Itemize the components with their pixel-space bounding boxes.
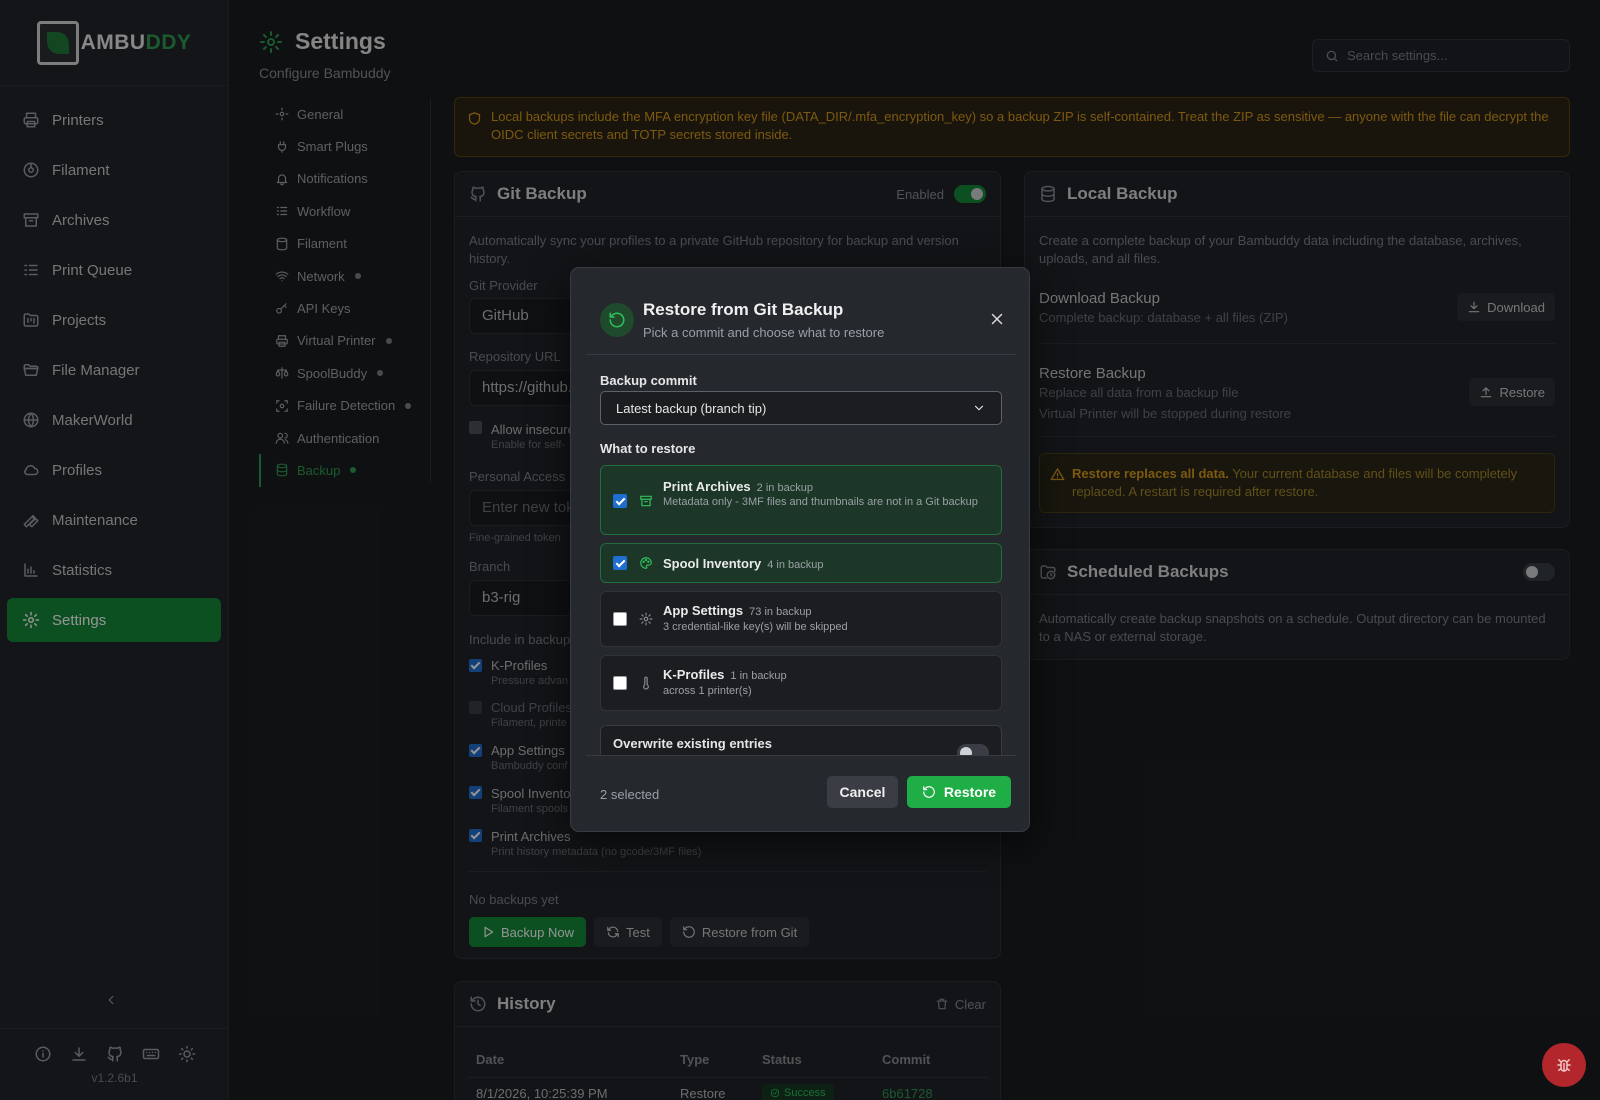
modal-close-button[interactable] (988, 310, 1006, 328)
restore-git-modal: Restore from Git Backup Pick a commit an… (570, 267, 1030, 832)
modal-header: Restore from Git Backup Pick a commit an… (586, 268, 1016, 355)
option-count: 73 in backup (749, 606, 812, 618)
restore-option-print-archives[interactable]: Print Archives 2 in backup Metadata only … (600, 465, 1002, 535)
option-title-text: Print Archives (663, 479, 751, 494)
modal-title: Restore from Git Backup (643, 300, 844, 319)
cancel-button[interactable]: Cancel (827, 776, 898, 808)
overwrite-toggle[interactable] (957, 744, 989, 755)
palette-icon (640, 557, 652, 569)
option-title: Print Archives 2 in backup (663, 479, 813, 494)
button-label: Restore (943, 784, 997, 800)
option-checkbox[interactable] (613, 494, 627, 508)
chevron-down-icon (974, 405, 984, 411)
option-title: K-Profiles 1 in backup (663, 667, 787, 682)
option-checkbox[interactable] (613, 612, 627, 626)
gear-icon (639, 612, 653, 626)
archive-icon (640, 495, 652, 507)
modal-footer: 2 selected Cancel Restore (586, 755, 1016, 833)
modal-icon (600, 303, 634, 337)
what-to-restore-label: What to restore (600, 441, 696, 456)
restore-option-spool-inventory[interactable]: Spool Inventory 4 in backup (600, 543, 1002, 583)
option-desc: across 1 printer(s) (663, 685, 752, 697)
modal-subtitle: Pick a commit and choose what to restore (643, 325, 885, 340)
option-desc: Metadata only - 3MF files and thumbnails… (663, 496, 978, 508)
confirm-restore-button[interactable]: Restore (907, 776, 1011, 808)
select-value: Latest backup (branch tip) (616, 400, 767, 416)
option-title-text: Spool Inventory (663, 556, 762, 571)
backup-commit-select[interactable]: Latest backup (branch tip) (600, 391, 1002, 425)
option-title: App Settings 73 in backup (663, 603, 812, 618)
overwrite-label: Overwrite existing entries (613, 736, 772, 751)
restore-option-app-settings[interactable]: App Settings 73 in backup 3 credential-li… (600, 591, 1002, 647)
selected-count: 2 selected (600, 787, 660, 802)
close-icon (991, 313, 1003, 325)
option-count: 4 in backup (767, 559, 824, 571)
restore-option-k-profiles[interactable]: K-Profiles 1 in backup across 1 printer(s… (600, 655, 1002, 711)
bug-icon (1557, 1059, 1571, 1072)
option-checkbox[interactable] (613, 556, 627, 570)
option-count: 1 in backup (730, 670, 787, 682)
rotate-ccw-icon (609, 312, 625, 328)
option-title: Spool Inventory 4 in backup (663, 556, 824, 571)
option-checkbox[interactable] (613, 676, 627, 690)
rotate-ccw-icon (923, 786, 935, 798)
bug-report-button[interactable] (1542, 1043, 1586, 1087)
option-count: 2 in backup (756, 482, 813, 494)
option-title-text: App Settings (663, 603, 744, 618)
option-title-text: K-Profiles (663, 667, 725, 682)
option-desc: 3 credential-like key(s) will be skipped (663, 621, 848, 633)
thermometer-icon (643, 676, 649, 690)
backup-commit-label: Backup commit (600, 373, 697, 388)
overwrite-existing-row: Overwrite existing entries (600, 725, 1002, 755)
